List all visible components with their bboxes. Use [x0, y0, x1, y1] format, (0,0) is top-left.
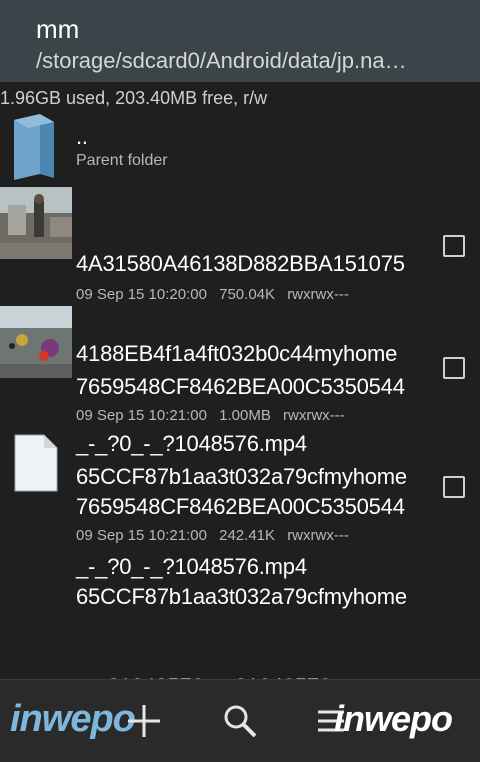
file-icon — [14, 434, 58, 492]
folder-title: mm — [36, 14, 80, 44]
video-thumbnail — [0, 306, 72, 378]
file-size: 1.00MB — [219, 407, 271, 424]
add-button[interactable]: inwepo — [0, 680, 170, 762]
file-row[interactable]: 7659548CF8462BEA00C5350544 65CCF87b1aa3t… — [0, 428, 480, 699]
bottom-toolbar: inwepo inwepo — [0, 679, 480, 762]
search-button[interactable] — [200, 680, 280, 762]
file-name-line: 65CCF87b1aa3t032a79cfmyhome — [76, 584, 407, 609]
search-icon — [224, 705, 257, 738]
parent-folder-name: .. — [76, 124, 88, 149]
file-row[interactable]: 7659548CF8462BEA00C5350544 65CCF87b1aa3t… — [0, 306, 480, 579]
parent-folder-row[interactable]: .. Parent folder — [0, 112, 480, 182]
select-checkbox[interactable] — [443, 476, 465, 498]
folder-icon — [10, 114, 60, 184]
header: mm /storage/sdcard0/Android/data/jp.na… — [0, 0, 480, 82]
file-permissions: rwxrwx--- — [283, 407, 345, 424]
file-name-line: 7659548CF8462BEA00C5350544 — [76, 374, 405, 399]
file-meta: 09 Sep 15 10:20:00 750.04K rwxrwx--- — [76, 286, 357, 303]
folder-path: /storage/sdcard0/Android/data/jp.na… — [36, 48, 407, 73]
watermark-logo: inwepo — [10, 698, 136, 740]
file-meta: 09 Sep 15 10:21:00 1.00MB rwxrwx--- — [76, 407, 353, 424]
file-date: 09 Sep 15 10:21:00 — [76, 527, 207, 544]
file-row[interactable]: 4A31580A46138D882BBA151075 4188EB4f1a4ft… — [0, 185, 480, 456]
file-size: 242.41K — [219, 527, 276, 544]
storage-status: 1.96GB used, 203.40MB free, r/w — [0, 88, 268, 108]
select-checkbox[interactable] — [443, 357, 465, 379]
file-size: 750.04K — [219, 286, 276, 303]
menu-button[interactable]: inwepo — [310, 680, 480, 762]
file-meta: 09 Sep 15 10:21:00 242.41K rwxrwx--- — [76, 527, 357, 544]
watermark-logo: inwepo — [334, 698, 453, 739]
file-name-line: 7659548CF8462BEA00C5350544 — [76, 494, 405, 519]
video-thumbnail — [0, 187, 72, 259]
select-checkbox[interactable] — [443, 235, 465, 257]
file-date: 09 Sep 15 10:21:00 — [76, 407, 207, 424]
file-permissions: rwxrwx--- — [287, 286, 349, 303]
file-date: 09 Sep 15 10:20:00 — [76, 286, 207, 303]
file-name-line: 4A31580A46138D882BBA151075 — [76, 251, 405, 276]
parent-folder-label: Parent folder — [76, 152, 168, 169]
add-icon — [128, 705, 160, 737]
file-permissions: rwxrwx--- — [287, 527, 349, 544]
